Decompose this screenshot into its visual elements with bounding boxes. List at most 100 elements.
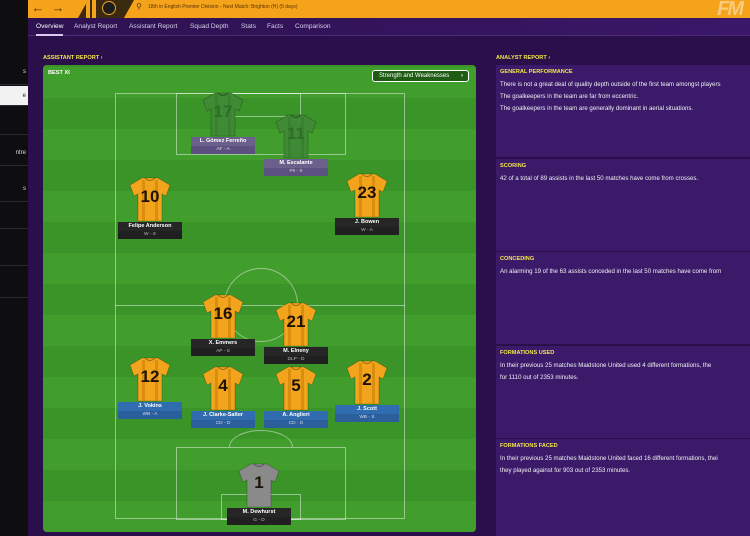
analyst-report-panel: GENERAL PERFORMANCE There is not a great … bbox=[496, 65, 750, 536]
sidebar-item[interactable]: ntre bbox=[0, 140, 28, 166]
shirt-icon: 2 bbox=[345, 359, 389, 405]
player-card[interactable]: 23 J. Bowen W - A bbox=[332, 172, 402, 235]
player-card[interactable]: 16 X. Emmers AP - S bbox=[188, 293, 258, 356]
section-title: FORMATIONS USED bbox=[500, 350, 555, 356]
sidebar-item-label: ntre bbox=[15, 150, 26, 156]
sidebar-divider bbox=[0, 272, 28, 298]
shirt-number: 10 bbox=[140, 187, 160, 206]
player-name: J. Clarke-Salter bbox=[191, 411, 255, 420]
analyst-section: CONCEDING An alarming 19 of the 63 assist… bbox=[496, 252, 750, 344]
player-card[interactable]: 11 M. Escalante F9 - S bbox=[261, 113, 331, 176]
player-card[interactable]: 17 L. Gómez Ferreño AF - A bbox=[188, 91, 258, 154]
app-window: s e ntre s ← → ⚲ 18th in English Premier Di… bbox=[0, 0, 750, 536]
player-role: AF - A bbox=[191, 146, 255, 154]
fm-logo: FM bbox=[717, 0, 744, 18]
player-card[interactable]: 2 J. Scott WB - S bbox=[332, 359, 402, 422]
shirt-number: 12 bbox=[140, 367, 160, 386]
analyst-section: GENERAL PERFORMANCE There is not a great … bbox=[496, 65, 750, 157]
player-name: X. Emmers bbox=[191, 339, 255, 348]
sidebar-item[interactable] bbox=[0, 109, 28, 135]
player-role: G - D bbox=[227, 517, 291, 525]
player-card[interactable]: 1 M. Dewhurst G - D bbox=[224, 462, 294, 525]
tab-analyst-report[interactable]: Analyst Report bbox=[74, 18, 117, 36]
shirt-number: 17 bbox=[213, 102, 233, 121]
player-role: W - A bbox=[335, 227, 399, 235]
player-card[interactable]: 10 Felipe Anderson W - S bbox=[115, 176, 185, 239]
section-text: for 1110 out of 2353 minutes. bbox=[500, 374, 579, 381]
section-title: GENERAL PERFORMANCE bbox=[500, 69, 573, 75]
player-name: M. Elneny bbox=[264, 347, 328, 356]
player-role: CD - D bbox=[191, 420, 255, 428]
player-role: CD - D bbox=[264, 420, 328, 428]
sidebar-item[interactable] bbox=[0, 203, 28, 229]
strength-weaknesses-button[interactable]: Strength and Weaknesses › bbox=[372, 70, 469, 82]
player-role: W - S bbox=[118, 231, 182, 239]
assistant-report-header[interactable]: ASSISTANT REPORT › bbox=[43, 55, 103, 61]
sidebar-item-label: s bbox=[23, 69, 26, 75]
section-text: In their previous 25 matches Maidstone U… bbox=[500, 455, 718, 462]
player-name: J. Vokins bbox=[118, 402, 182, 411]
shirt-icon: 16 bbox=[201, 293, 245, 339]
club-badge[interactable] bbox=[78, 0, 134, 18]
player-name: Felipe Anderson bbox=[118, 222, 182, 231]
player-name: L. Gómez Ferreño bbox=[191, 137, 255, 146]
tab-assistant-report[interactable]: Assistant Report bbox=[129, 18, 177, 36]
sidebar-item[interactable]: e bbox=[0, 86, 28, 106]
tab-squad-depth[interactable]: Squad Depth bbox=[190, 18, 229, 36]
player-name: J. Scott bbox=[335, 405, 399, 414]
player-card[interactable]: 5 A. Anglieri CD - D bbox=[261, 365, 331, 428]
player-card[interactable]: 4 J. Clarke-Salter CD - D bbox=[188, 365, 258, 428]
section-text: An alarming 19 of the 63 assists concede… bbox=[500, 268, 722, 275]
shirt-number: 2 bbox=[362, 370, 372, 389]
section-text: 42 of a total of 89 assists in the last … bbox=[500, 175, 699, 182]
top-bar: ← → ⚲ 18th in English Premier Division -… bbox=[28, 0, 750, 18]
player-name: J. Bowen bbox=[335, 218, 399, 227]
shirt-icon: 5 bbox=[274, 365, 318, 411]
shirt-icon: 23 bbox=[345, 172, 389, 218]
sidebar-item-label: e bbox=[22, 93, 26, 99]
section-text: There is not a great deal of quality dep… bbox=[500, 81, 721, 88]
club-status-subtitle: 18th in English Premier Division - Next … bbox=[148, 4, 298, 10]
shirt-number: 5 bbox=[291, 376, 301, 395]
sidebar-item[interactable]: s bbox=[0, 176, 28, 202]
analyst-section: FORMATIONS USED In their previous 25 matc… bbox=[496, 346, 750, 438]
back-arrow-icon[interactable]: ← bbox=[30, 0, 46, 18]
player-role: F9 - S bbox=[264, 168, 328, 176]
shirt-number: 4 bbox=[218, 376, 228, 395]
player-name: M. Dewhurst bbox=[227, 508, 291, 517]
shirt-number: 21 bbox=[286, 312, 306, 331]
sidebar-item-label: s bbox=[23, 186, 26, 192]
player-role: WB - A bbox=[118, 411, 182, 419]
shirt-number: 1 bbox=[254, 473, 264, 492]
sidebar-item[interactable]: s bbox=[0, 59, 28, 85]
section-text: they played against for 903 out of 2353 … bbox=[500, 467, 631, 474]
analyst-section: FORMATIONS FACED In their previous 25 mat… bbox=[496, 439, 750, 536]
player-role: AP - S bbox=[191, 348, 255, 356]
shirt-icon: 10 bbox=[128, 176, 172, 222]
shirt-icon: 11 bbox=[274, 113, 318, 159]
section-text: In their previous 25 matches Maidstone U… bbox=[500, 362, 712, 369]
best-xi-pitch-panel: BEST XI Strength and Weaknesses › 17 L. Gó… bbox=[43, 65, 476, 532]
shirt-number: 16 bbox=[213, 304, 233, 323]
shirt-number: 11 bbox=[287, 124, 305, 143]
club-crest-icon bbox=[102, 1, 116, 15]
search-icon[interactable]: ⚲ bbox=[136, 2, 142, 11]
tab-facts[interactable]: Facts bbox=[267, 18, 283, 36]
forward-arrow-icon[interactable]: → bbox=[50, 0, 66, 18]
tab-overview[interactable]: Overview bbox=[36, 18, 64, 36]
shirt-icon: 4 bbox=[201, 365, 245, 411]
chevron-right-icon: › bbox=[461, 73, 463, 79]
shirt-icon: 17 bbox=[201, 91, 245, 137]
tab-stats[interactable]: Stats bbox=[241, 18, 256, 36]
tab-comparison[interactable]: Comparison bbox=[295, 18, 331, 36]
player-card[interactable]: 12 J. Vokins WB - A bbox=[115, 356, 185, 419]
section-text: The goalkeepers in the team are far from… bbox=[500, 93, 639, 100]
player-name: M. Escalante bbox=[264, 159, 328, 168]
player-role: WB - S bbox=[335, 414, 399, 422]
analyst-report-header[interactable]: ANALYST REPORT › bbox=[496, 55, 550, 61]
player-role: DLP - D bbox=[264, 356, 328, 364]
player-card[interactable]: 21 M. Elneny DLP - D bbox=[261, 301, 331, 364]
shirt-icon: 12 bbox=[128, 356, 172, 402]
sidebar-item[interactable] bbox=[0, 240, 28, 266]
shirt-icon: 21 bbox=[274, 301, 318, 347]
